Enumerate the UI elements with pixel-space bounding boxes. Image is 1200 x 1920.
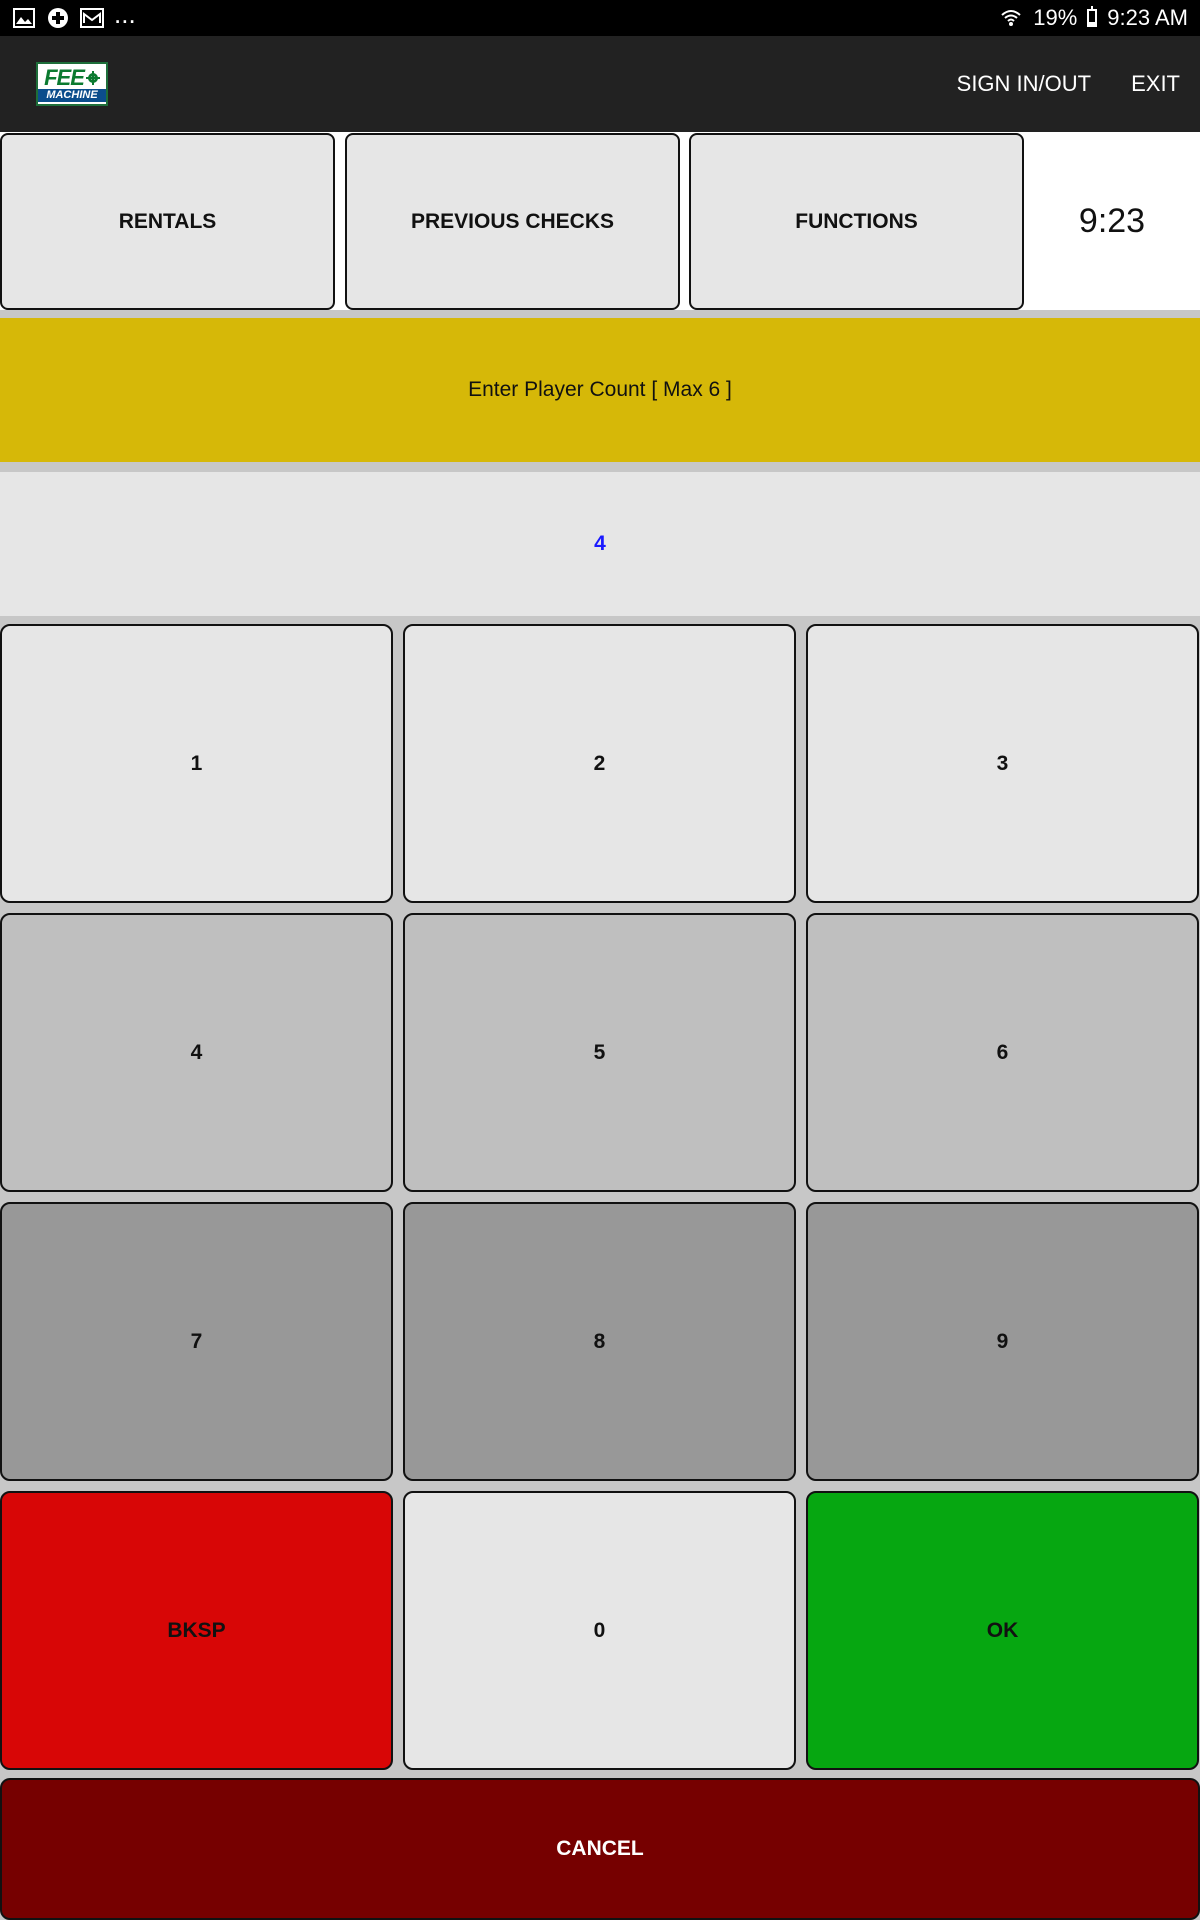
key-7[interactable]: 7 [0,1202,393,1481]
status-bar: ... 19% 9:23 AM [0,0,1200,36]
sign-in-out-button[interactable]: SIGN IN/OUT [957,71,1091,97]
wifi-icon [999,7,1023,29]
player-count-prompt: Enter Player Count [ Max 6 ] [0,318,1200,462]
rentals-button[interactable]: RENTALS [0,133,335,310]
mail-icon [80,7,104,29]
status-left: ... [12,1,136,29]
entry-value-display: 4 [0,472,1200,616]
status-time: 9:23 AM [1107,5,1188,30]
key-6[interactable]: 6 [806,913,1199,1192]
logo-text-bottom: MACHINE [38,88,106,102]
plus-circle-icon [46,7,70,29]
header-nav: SIGN IN/OUT EXIT [957,71,1180,97]
logo-text-top: FEE [44,64,85,90]
key-0[interactable]: 0 [403,1491,796,1770]
key-4[interactable]: 4 [0,913,393,1192]
tabs-row: RENTALS PREVIOUS CHECKS FUNCTIONS 9:23 [0,132,1200,310]
clock-display: 9:23 [1024,132,1200,310]
key-5[interactable]: 5 [403,913,796,1192]
previous-checks-button[interactable]: PREVIOUS CHECKS [345,133,680,310]
key-3[interactable]: 3 [806,624,1199,903]
gear-icon [85,70,100,85]
ok-button[interactable]: OK [806,1491,1199,1770]
key-8[interactable]: 8 [403,1202,796,1481]
backspace-button[interactable]: BKSP [0,1491,393,1770]
app-header: FEE MACHINE SIGN IN/OUT EXIT [0,36,1200,132]
battery-percent: 19% [1033,5,1078,30]
notification-overflow: ... [114,0,136,29]
key-9[interactable]: 9 [806,1202,1199,1481]
numeric-keypad: 1 2 3 4 5 6 7 8 9 BKSP 0 OK [0,624,1200,1770]
battery-icon [1087,6,1098,27]
status-right: 19% 9:23 AM [999,5,1188,31]
fee-machine-logo: FEE MACHINE [36,62,108,106]
key-1[interactable]: 1 [0,624,393,903]
functions-button[interactable]: FUNCTIONS [689,133,1024,310]
exit-button[interactable]: EXIT [1131,71,1180,97]
image-icon [12,7,36,29]
cancel-button[interactable]: CANCEL [0,1778,1200,1920]
key-2[interactable]: 2 [403,624,796,903]
